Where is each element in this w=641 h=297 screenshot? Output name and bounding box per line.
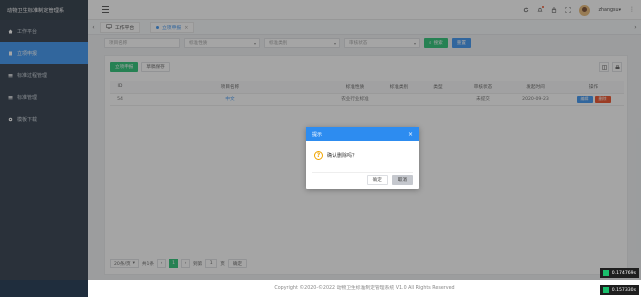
speed-icon xyxy=(602,287,609,293)
close-icon[interactable]: × xyxy=(408,131,413,138)
response-time-badge: 0.157330s xyxy=(599,285,639,295)
confirm-dialog: 提示 × ? 确认删除吗？ 确定 取消 xyxy=(306,127,419,189)
speed-icon xyxy=(602,270,609,276)
question-icon: ? xyxy=(314,150,323,160)
dialog-title: 提示 xyxy=(312,131,323,138)
response-time-badge: 0.174769s xyxy=(599,268,639,278)
response-time-value: 0.174769s xyxy=(611,270,636,276)
cancel-button[interactable]: 取消 xyxy=(391,175,413,185)
footer-copyright: Copyright ©2020-©2022 动物卫生标准制定管理系统 V1.0 … xyxy=(88,280,641,297)
response-time-value: 0.157330s xyxy=(611,287,636,293)
dialog-message: 确认删除吗？ xyxy=(327,152,358,159)
confirm-button[interactable]: 确定 xyxy=(366,175,388,185)
